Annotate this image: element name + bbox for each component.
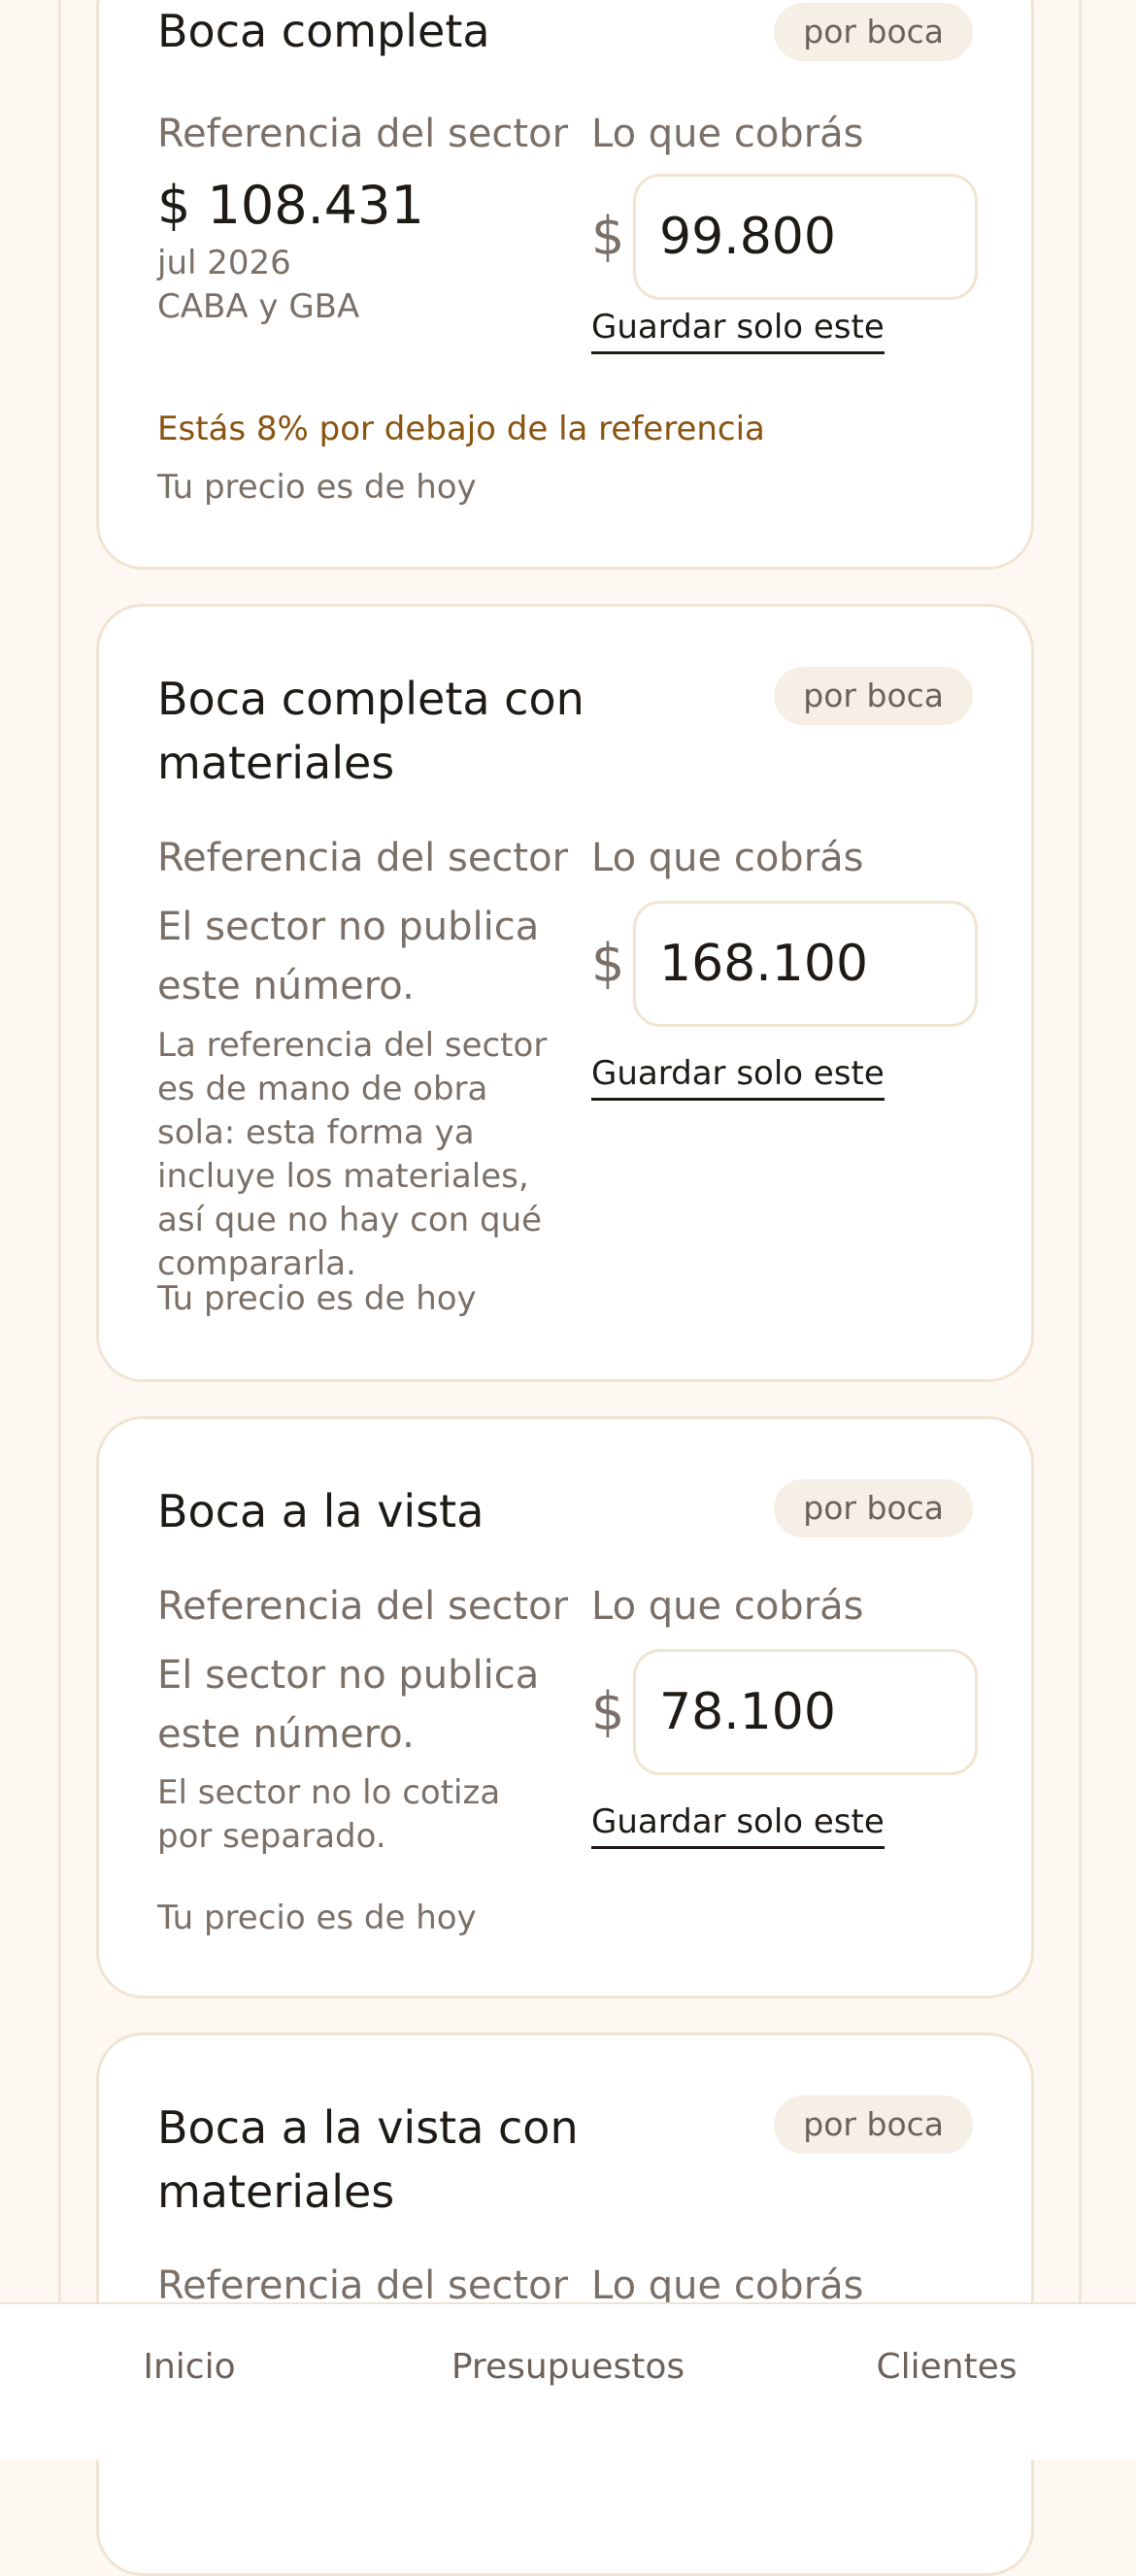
reference-date: jul 2026 (157, 244, 291, 282)
reference-unavailable: El sector no publica este número. (157, 1653, 540, 1757)
price-input[interactable] (633, 901, 978, 1027)
price-date-note: Tu precio es de hoy (157, 1279, 477, 1318)
price-input[interactable] (633, 174, 978, 300)
card-title: Boca a la vista (157, 1485, 484, 1537)
currency-symbol: $ (591, 206, 625, 267)
charge-label: Lo que cobrás (591, 112, 864, 156)
reference-unavailable: El sector no publica este número. (157, 905, 540, 1008)
price-card-boca-completa: Boca completa por boca Referencia del se… (96, 0, 1034, 570)
reference-label: Referencia del sector (157, 112, 569, 156)
bottom-nav: Inicio Presupuestos Clientes (0, 2302, 1136, 2460)
price-date-note: Tu precio es de hoy (157, 1899, 477, 1937)
price-card-boca-completa-materiales: Boca completa con materiales por boca Re… (96, 604, 1034, 1382)
unit-badge: por boca (774, 1479, 973, 1537)
reference-value: $ 108.431 (157, 175, 424, 236)
unit-badge: por boca (774, 3, 973, 61)
reference-note: El sector no lo cotiza por separado. (157, 1773, 501, 1856)
price-date-note: Tu precio es de hoy (157, 468, 477, 507)
charge-label: Lo que cobrás (591, 1584, 864, 1629)
nav-item-presupuestos[interactable]: Presupuestos (379, 2304, 757, 2430)
save-this-link[interactable]: Guardar solo este (591, 1800, 885, 1849)
card-title: Boca completa con materiales (157, 673, 585, 789)
nav-item-inicio[interactable]: Inicio (0, 2304, 379, 2430)
nav-item-clientes[interactable]: Clientes (757, 2304, 1136, 2430)
difference-note: Estás 8% por debajo de la referencia (157, 410, 765, 448)
unit-badge: por boca (774, 2096, 973, 2154)
reference-label: Referencia del sector (157, 1584, 569, 1629)
currency-symbol: $ (591, 933, 625, 994)
charge-label: Lo que cobrás (591, 836, 864, 880)
reference-region: CABA y GBA (157, 287, 360, 326)
reference-note: La referencia del sector es de mano de o… (157, 1026, 548, 1283)
save-this-link[interactable]: Guardar solo este (591, 305, 885, 354)
currency-symbol: $ (591, 1681, 625, 1742)
card-title: Boca completa (157, 5, 490, 57)
card-title: Boca a la vista con materiales (157, 2101, 579, 2218)
unit-badge: por boca (774, 667, 973, 725)
reference-label: Referencia del sector (157, 836, 569, 880)
save-this-link[interactable]: Guardar solo este (591, 1051, 885, 1101)
price-input[interactable] (633, 1649, 978, 1775)
price-card-boca-a-la-vista: Boca a la vista por boca Referencia del … (96, 1416, 1034, 1998)
